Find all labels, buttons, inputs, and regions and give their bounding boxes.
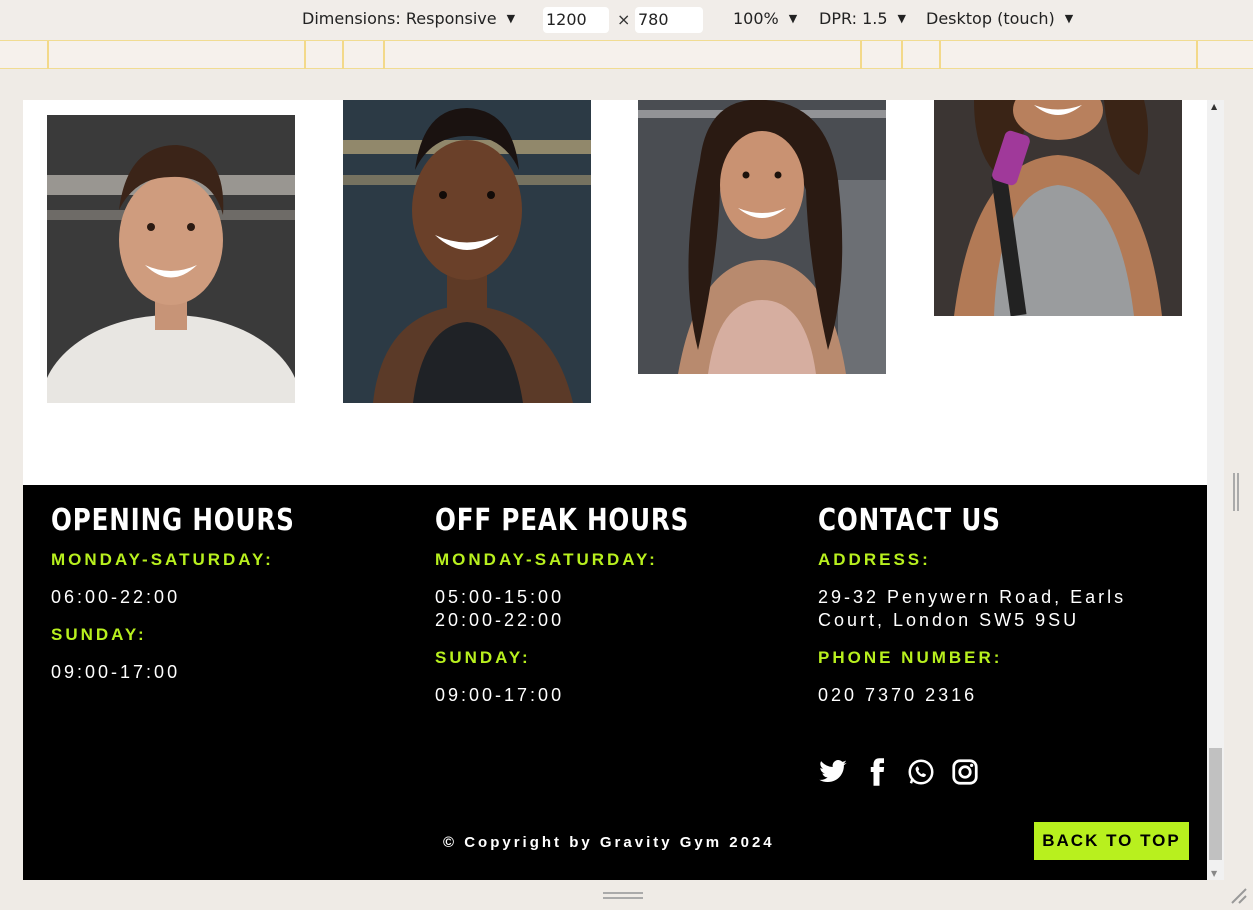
ruler-segment[interactable] (304, 41, 306, 69)
ruler-segment[interactable] (901, 41, 903, 69)
chevron-down-icon: ▼ (506, 12, 516, 25)
address-value: 29-32 Penywern Road, Earls Court, London… (818, 587, 1127, 630)
chevron-down-icon: ▼ (897, 12, 906, 25)
facebook-icon[interactable] (862, 757, 892, 787)
chevron-down-icon: ▼ (1064, 12, 1074, 25)
height-input[interactable]: 780 (635, 7, 703, 33)
width-input[interactable]: 1200 (543, 7, 609, 33)
trainer-photo-4 (934, 100, 1182, 316)
device-dropdown[interactable]: Desktop (touch) ▼ (926, 9, 1073, 28)
page-scrollbar[interactable]: ▲ ▼ (1207, 100, 1224, 880)
contact-title: CONTACT US (818, 503, 1001, 538)
off-peak-hours-section: OFF PEAK HOURS MONDAY-SATURDAY: 05:00-15… (435, 503, 795, 707)
zoom-label: 100% (733, 9, 779, 28)
instagram-icon[interactable] (950, 757, 980, 787)
chevron-down-icon: ▼ (788, 12, 798, 25)
trainer-photo-2 (343, 100, 591, 403)
ruler-segment[interactable] (47, 41, 49, 69)
offpeak-sunday-label: SUNDAY: (435, 648, 531, 667)
ruler-segment[interactable] (1196, 41, 1198, 69)
phone-value[interactable]: 020 7370 2316 (818, 684, 1178, 707)
opening-weekday-label: MONDAY-SATURDAY: (51, 550, 274, 569)
opening-hours-title: OPENING HOURS (51, 503, 295, 538)
whatsapp-icon[interactable] (906, 757, 936, 787)
ruler-segment[interactable] (860, 41, 862, 69)
ruler-segment[interactable] (939, 41, 941, 69)
back-to-top-button[interactable]: BACK TO TOP (1034, 822, 1189, 860)
scroll-up-arrow-icon[interactable]: ▲ (1211, 102, 1217, 111)
zoom-dropdown[interactable]: 100% ▼ (733, 9, 797, 28)
address-label: ADDRESS: (818, 550, 931, 569)
opening-weekday-hours: 06:00-22:00 (51, 587, 181, 607)
dpr-dropdown[interactable]: DPR: 1.5 ▼ (819, 9, 906, 28)
off-peak-title: OFF PEAK HOURS (435, 503, 690, 538)
ruler-segment[interactable] (342, 41, 344, 69)
trainer-photo-3 (638, 100, 886, 374)
site-footer: OPENING HOURS MONDAY-SATURDAY: 06:00-22:… (23, 485, 1207, 880)
contact-us-section: CONTACT US ADDRESS: 29-32 Penywern Road,… (818, 503, 1178, 707)
dimensions-label: Dimensions: Responsive (302, 9, 497, 28)
times-symbol: × (617, 10, 631, 29)
twitter-icon[interactable] (818, 757, 848, 787)
resize-handle-right[interactable] (1233, 473, 1239, 511)
trainers-gallery (23, 100, 1207, 485)
resize-handle-bottom[interactable] (603, 892, 643, 899)
media-query-ruler (0, 40, 1253, 69)
device-label: Desktop (touch) (926, 9, 1055, 28)
phone-label: PHONE NUMBER: (818, 648, 1003, 667)
resize-corner-icon[interactable] (1228, 885, 1248, 905)
scrollbar-thumb[interactable] (1209, 748, 1222, 860)
devtools-toolbar: Dimensions: Responsive ▼ 1200 × 780 100%… (0, 0, 1253, 40)
opening-hours-section: OPENING HOURS MONDAY-SATURDAY: 06:00-22:… (51, 503, 411, 684)
opening-sunday-label: SUNDAY: (51, 625, 147, 644)
opening-sunday-hours: 09:00-17:00 (51, 662, 181, 682)
social-links (818, 757, 980, 787)
scroll-down-arrow-icon[interactable]: ▼ (1211, 869, 1217, 878)
trainer-photo-1 (47, 115, 295, 403)
dpr-label: DPR: 1.5 (819, 9, 888, 28)
offpeak-weekday-hours: 05:00-15:00 20:00-22:00 (435, 587, 565, 630)
offpeak-sunday-hours: 09:00-17:00 (435, 685, 565, 705)
copyright-text: © Copyright by Gravity Gym 2024 (443, 834, 775, 851)
offpeak-weekday-label: MONDAY-SATURDAY: (435, 550, 658, 569)
page-viewport: OPENING HOURS MONDAY-SATURDAY: 06:00-22:… (23, 100, 1207, 880)
ruler-segment[interactable] (383, 41, 385, 69)
dimensions-dropdown[interactable]: Dimensions: Responsive ▼ (302, 9, 515, 28)
